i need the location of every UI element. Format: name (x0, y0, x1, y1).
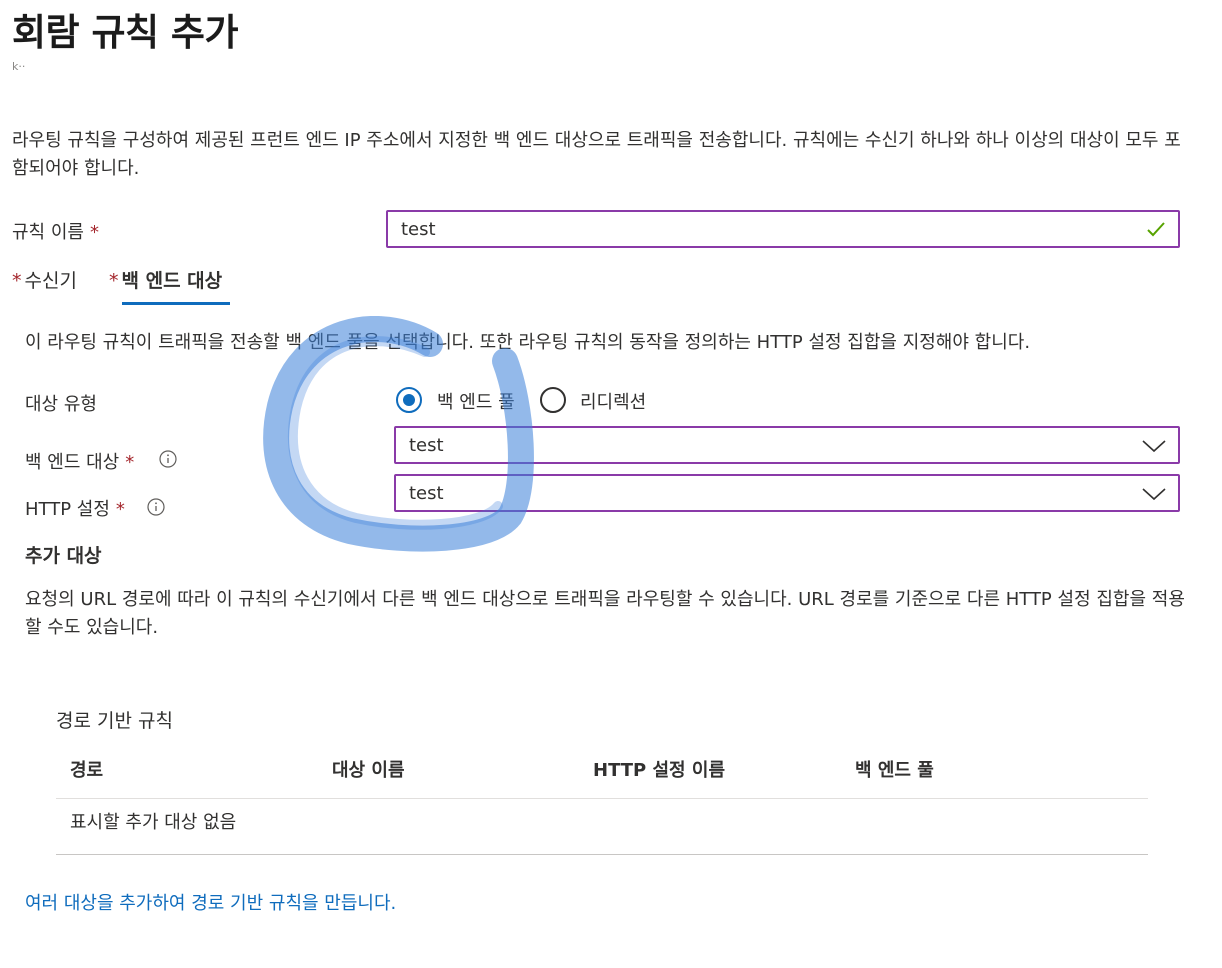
radio-dot (403, 394, 415, 406)
http-settings-dropdown-value: test (409, 482, 444, 504)
backend-description: 이 라우팅 규칙이 트래픽을 전송할 백 엔드 풀을 선택합니다. 또한 라우팅… (25, 332, 1031, 353)
radio-backend-pool[interactable]: 백 엔드 풀 (396, 387, 526, 415)
tab-listener-label: 수신기 (24, 270, 77, 292)
rule-name-label-text: 규칙 이름 (12, 222, 84, 243)
add-multiple-targets-link[interactable]: 여러 대상을 추가하여 경로 기반 규칙을 만듭니다. (25, 889, 396, 915)
backend-target-dropdown-value: test (409, 434, 444, 456)
page-description: 라우팅 규칙을 구성하여 제공된 프런트 엔드 IP 주소에서 지정한 백 엔드… (12, 130, 1181, 179)
column-header-backend-pool: 백 엔드 풀 (855, 760, 934, 781)
required-mark: * (89, 222, 99, 243)
http-settings-label-text: HTTP 설정 (25, 499, 110, 520)
page-subtitle: k·· (12, 60, 26, 73)
info-icon[interactable] (147, 498, 165, 516)
required-mark: * (12, 270, 22, 292)
chevron-down-icon (1142, 488, 1166, 501)
rule-name-input-value: test (401, 218, 436, 240)
radio-redirection[interactable]: 리디렉션 (540, 387, 660, 415)
grid-empty-message: 표시할 추가 대상 없음 (70, 812, 237, 833)
column-header-path: 경로 (70, 760, 104, 781)
required-mark: * (115, 499, 125, 520)
grid-bottom-divider (56, 854, 1148, 855)
column-header-target-name: 대상 이름 (332, 760, 405, 781)
backend-target-label: 백 엔드 대상 * (25, 448, 134, 474)
required-mark: * (125, 452, 135, 473)
chevron-down-icon (1142, 440, 1166, 453)
tab-listener[interactable]: * 수신기 (12, 266, 77, 293)
target-type-label: 대상 유형 (25, 394, 97, 415)
required-mark: * (109, 270, 119, 292)
column-header-http-settings-name: HTTP 설정 이름 (593, 760, 725, 781)
radio-selected-icon (396, 387, 422, 413)
radio-redirection-label: 리디렉션 (580, 392, 647, 413)
grid-header-divider (56, 798, 1148, 799)
additional-targets-title: 추가 대상 (25, 545, 102, 567)
additional-targets-description: 요청의 URL 경로에 따라 이 규칙의 수신기에서 다른 백 엔드 대상으로 … (25, 589, 1185, 638)
backend-target-dropdown[interactable]: test (394, 426, 1180, 464)
path-rules-grid-title: 경로 기반 규칙 (56, 710, 173, 732)
radio-backend-pool-label: 백 엔드 풀 (437, 392, 515, 413)
tab-backend-targets[interactable]: * 백 엔드 대상 (109, 266, 222, 293)
rule-name-label: 규칙 이름 * (12, 218, 99, 244)
tab-backend-targets-label: 백 엔드 대상 (121, 270, 223, 292)
checkmark-icon (1147, 222, 1165, 237)
radio-unselected-icon (540, 387, 566, 413)
page-title: 회람 규칙 추가 (12, 11, 239, 54)
rule-name-input[interactable]: test (386, 210, 1180, 248)
http-settings-label: HTTP 설정 * (25, 495, 125, 521)
backend-target-label-text: 백 엔드 대상 (25, 452, 120, 473)
info-icon[interactable] (159, 450, 177, 468)
http-settings-dropdown[interactable]: test (394, 474, 1180, 512)
active-tab-indicator (122, 302, 230, 305)
